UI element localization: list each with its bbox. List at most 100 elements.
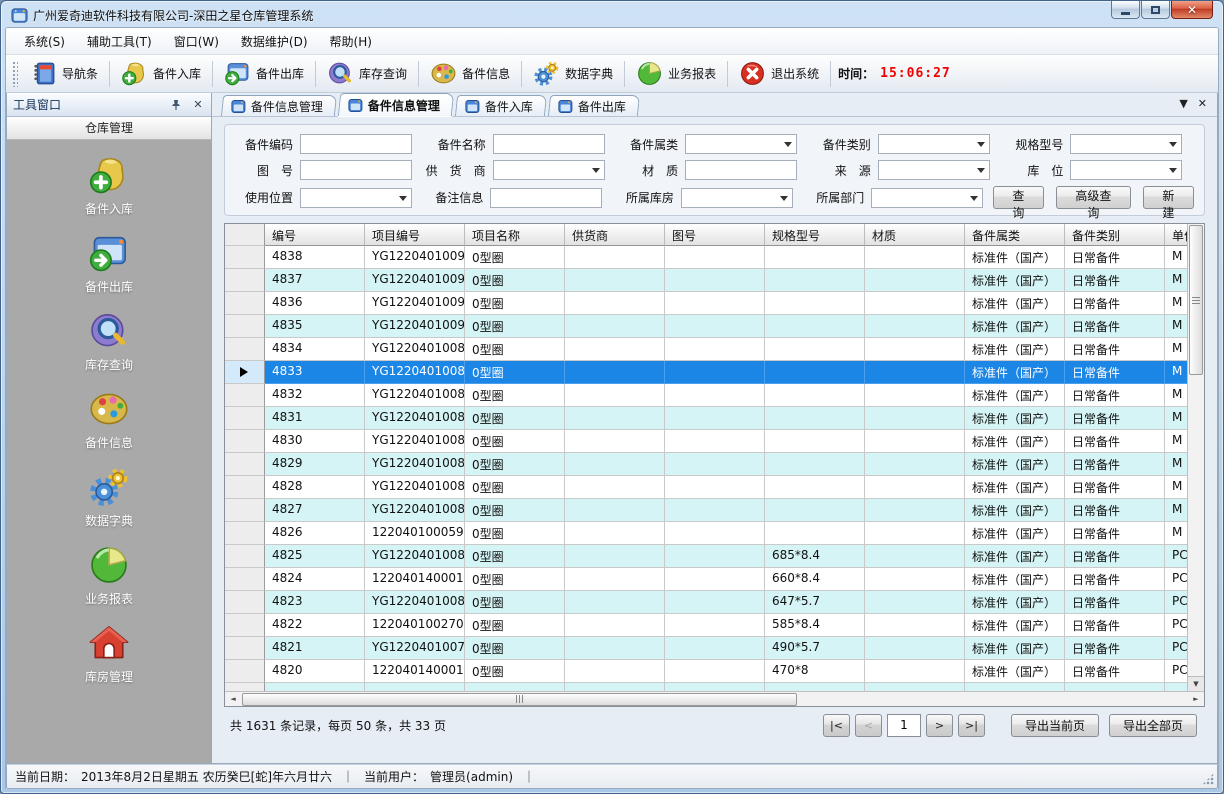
table-cell[interactable] — [865, 476, 965, 499]
table-cell[interactable]: YG12204010088 — [365, 361, 465, 384]
table-cell[interactable]: 0型圈 — [465, 476, 565, 499]
table-cell[interactable] — [665, 499, 765, 522]
table-cell[interactable]: 日常备件 — [1065, 545, 1165, 568]
table-cell[interactable]: PC — [1165, 545, 1187, 568]
page-number-input[interactable] — [887, 714, 921, 737]
table-cell[interactable]: 日常备件 — [1065, 246, 1165, 269]
table-cell[interactable] — [665, 338, 765, 361]
table-row[interactable]: 4828YG122040100830型圈标准件（国产）日常备件M — [225, 476, 1187, 499]
table-cell[interactable] — [565, 591, 665, 614]
bin-location-select[interactable] — [1070, 160, 1182, 180]
table-cell[interactable]: 0型圈 — [465, 361, 565, 384]
table-cell[interactable]: 日常备件 — [1065, 637, 1165, 660]
grid-header-8[interactable]: 备件类别 — [1065, 224, 1165, 246]
table-cell[interactable]: YG12204010084 — [365, 453, 465, 476]
table-cell[interactable]: 4826 — [265, 522, 365, 545]
tab-parts-info-mgmt-2[interactable]: 备件信息管理 — [338, 93, 454, 116]
table-row[interactable]: 4823YG122040100800型圈647*5.7标准件（国产）日常备件PC — [225, 591, 1187, 614]
table-cell[interactable] — [565, 269, 665, 292]
table-cell[interactable] — [765, 292, 865, 315]
table-cell[interactable] — [565, 246, 665, 269]
table-cell[interactable]: 标准件（国产） — [965, 430, 1065, 453]
table-row[interactable]: 4833YG122040100880型圈标准件（国产）日常备件M — [225, 361, 1187, 384]
table-cell[interactable]: M — [1165, 361, 1187, 384]
table-cell[interactable]: 1220401000599 — [365, 522, 465, 545]
grid-header-6[interactable]: 材质 — [865, 224, 965, 246]
table-cell[interactable]: 标准件（国产） — [965, 384, 1065, 407]
table-cell[interactable] — [665, 292, 765, 315]
table-cell[interactable]: M — [1165, 246, 1187, 269]
table-cell[interactable]: M — [1165, 453, 1187, 476]
previous-page-button[interactable]: < — [855, 714, 882, 737]
row-selector[interactable] — [225, 522, 265, 545]
toolbar-button-stock-in[interactable]: 备件入库 — [113, 56, 209, 91]
table-cell[interactable] — [665, 407, 765, 430]
table-row[interactable]: 4838YG122040100930型圈标准件（国产）日常备件M — [225, 246, 1187, 269]
row-selector[interactable] — [225, 614, 265, 637]
table-cell[interactable]: M — [1165, 292, 1187, 315]
table-cell[interactable] — [565, 361, 665, 384]
table-cell[interactable] — [865, 453, 965, 476]
table-cell[interactable]: 标准件（国产） — [965, 315, 1065, 338]
scroll-left-icon[interactable]: ◄ — [225, 692, 241, 706]
table-cell[interactable] — [865, 545, 965, 568]
table-cell[interactable]: 标准件（国产） — [965, 545, 1065, 568]
toolbar-button-exit-system[interactable]: 退出系统 — [731, 56, 827, 91]
table-row[interactable]: 4829YG122040100840型圈标准件（国产）日常备件M — [225, 453, 1187, 476]
row-selector[interactable] — [225, 637, 265, 660]
table-cell[interactable]: YG12204010092 — [365, 269, 465, 292]
table-cell[interactable] — [865, 384, 965, 407]
sidebar-item-stock-in[interactable]: 备件入库 — [49, 154, 169, 217]
row-selector[interactable] — [225, 499, 265, 522]
row-selector[interactable] — [225, 453, 265, 476]
table-cell[interactable]: 4821 — [265, 637, 365, 660]
table-cell[interactable]: 标准件（国产） — [965, 407, 1065, 430]
table-cell[interactable] — [665, 315, 765, 338]
restore-button[interactable] — [1141, 1, 1170, 19]
table-cell[interactable] — [865, 614, 965, 637]
table-cell[interactable]: 标准件（国产） — [965, 292, 1065, 315]
tab-list-dropdown-icon[interactable]: ▼ — [1179, 97, 1187, 110]
table-cell[interactable]: 4820 — [265, 660, 365, 683]
table-cell[interactable] — [465, 683, 565, 691]
table-cell[interactable]: YG12204010083 — [365, 476, 465, 499]
table-cell[interactable]: 0型圈 — [465, 660, 565, 683]
table-cell[interactable]: YG12204010082 — [365, 499, 465, 522]
table-cell[interactable]: 4834 — [265, 338, 365, 361]
table-cell[interactable]: 4832 — [265, 384, 365, 407]
material-input[interactable] — [685, 160, 797, 180]
table-cell[interactable] — [565, 614, 665, 637]
table-cell[interactable]: 日常备件 — [1065, 522, 1165, 545]
table-cell[interactable]: 4836 — [265, 292, 365, 315]
spec-model-select[interactable] — [1070, 134, 1182, 154]
table-cell[interactable]: 日常备件 — [1065, 568, 1165, 591]
table-cell[interactable] — [665, 269, 765, 292]
table-cell[interactable] — [765, 476, 865, 499]
table-cell[interactable]: 0型圈 — [465, 637, 565, 660]
table-cell[interactable]: 标准件（国产） — [965, 522, 1065, 545]
table-cell[interactable]: 日常备件 — [1065, 361, 1165, 384]
table-cell[interactable] — [365, 683, 465, 691]
table-cell[interactable]: 4835 — [265, 315, 365, 338]
table-row[interactable]: 4821YG122040100790型圈490*5.7标准件（国产）日常备件PC — [225, 637, 1187, 660]
table-cell[interactable]: 日常备件 — [1065, 476, 1165, 499]
table-cell[interactable] — [565, 407, 665, 430]
table-cell[interactable]: 标准件（国产） — [965, 568, 1065, 591]
table-cell[interactable] — [865, 568, 965, 591]
sidebar-item-warehouse-mgmt[interactable]: 库房管理 — [49, 622, 169, 685]
table-cell[interactable] — [865, 522, 965, 545]
new-button[interactable]: 新建 — [1143, 186, 1194, 209]
query-button[interactable]: 查询 — [993, 186, 1044, 209]
advanced-query-button[interactable]: 高级查询 — [1056, 186, 1131, 209]
table-cell[interactable] — [765, 499, 865, 522]
sidebar-item-parts-info[interactable]: 备件信息 — [49, 388, 169, 451]
table-cell[interactable]: 4827 — [265, 499, 365, 522]
menu-item-3[interactable]: 数据维护(D) — [231, 29, 318, 54]
table-cell[interactable]: 0型圈 — [465, 614, 565, 637]
table-cell[interactable] — [865, 292, 965, 315]
warehouse-select[interactable] — [681, 188, 793, 208]
table-cell[interactable]: 585*8.4 — [765, 614, 865, 637]
row-selector[interactable] — [225, 476, 265, 499]
table-cell[interactable]: 0型圈 — [465, 246, 565, 269]
table-cell[interactable]: 1220401400013 — [365, 660, 465, 683]
